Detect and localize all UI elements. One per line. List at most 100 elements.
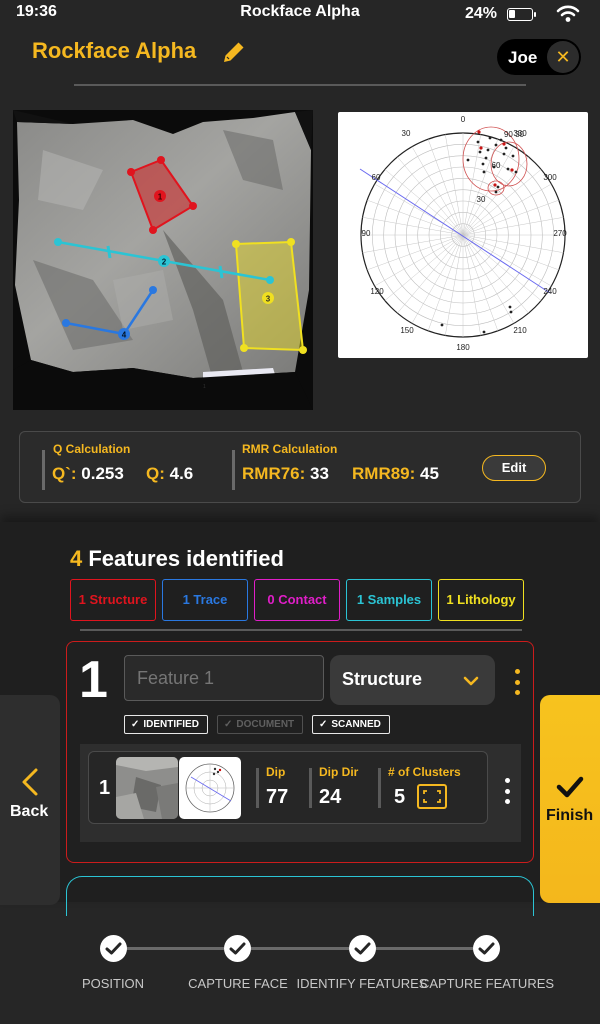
q-calc-label: Q Calculation — [53, 442, 131, 456]
feature-type-value: Structure — [342, 669, 423, 689]
stereonet-pole — [494, 190, 498, 194]
stereonet-label: 90 — [362, 229, 371, 238]
calculation-panel: Q Calculation Q`: 0.253 Q: 4.6 RMR Calcu… — [19, 431, 581, 503]
rmr89-value: RMR89: 45 — [352, 464, 439, 483]
pencil-icon[interactable] — [220, 38, 248, 66]
stereonet-pole — [502, 152, 506, 156]
chip-samples[interactable]: 1 Samples — [346, 579, 432, 621]
check-icon: ✓ — [319, 719, 328, 730]
features-heading: 4 Features identified — [70, 546, 284, 571]
stereonet-pole — [508, 305, 512, 309]
feature-type-select[interactable]: Structure — [330, 655, 495, 705]
clusters-value: 5 — [394, 786, 406, 808]
stereonet-pole-highlight — [477, 130, 481, 134]
dip-value: 77 — [266, 786, 289, 808]
svg-text:3: 3 — [266, 295, 271, 304]
check-icon — [556, 776, 584, 798]
dip-divider — [256, 768, 259, 808]
rmr-divider — [232, 450, 235, 490]
clusters-label: # of Clusters — [388, 765, 461, 779]
stereonet-label: 60 — [492, 161, 501, 170]
stereonet-pole — [482, 330, 486, 334]
q-divider — [42, 450, 45, 490]
stereonet-thumbnail[interactable] — [179, 757, 241, 819]
user-pill[interactable]: Joe ✕ — [497, 39, 581, 75]
step-connector — [126, 947, 224, 950]
rmr76-value: RMR76: 33 — [242, 464, 329, 483]
back-arrow-icon — [22, 768, 38, 796]
flag-identified[interactable]: ✓ IDENTIFIED — [124, 715, 208, 734]
stereonet-great-circle — [359, 168, 551, 294]
step-connector — [375, 947, 473, 950]
flag-scanned[interactable]: ✓ SCANNED — [312, 715, 390, 734]
stereonet-label: 270 — [553, 229, 567, 238]
stereonet-label: 240 — [543, 287, 557, 296]
wifi-icon — [556, 5, 580, 22]
dipdir-label: Dip Dir — [319, 765, 359, 779]
chip-trace[interactable]: 1 Trace — [162, 579, 248, 621]
stereonet-pole — [504, 146, 508, 150]
battery-icon — [507, 8, 536, 21]
stereonet-label: 60 — [372, 173, 381, 182]
row-kebab-icon[interactable] — [502, 778, 512, 804]
feature-kebab-icon[interactable] — [512, 669, 522, 695]
feature-number: 1 — [79, 651, 108, 709]
stereonet-drawing: 030609012015018021024027030033090 306030 — [359, 115, 567, 352]
step-label-position: POSITION — [81, 976, 145, 991]
stereonet-label: 150 — [400, 326, 414, 335]
stereonet-pole-highlight — [479, 146, 483, 150]
close-icon[interactable]: ✕ — [547, 41, 579, 73]
stereonet-pole — [496, 185, 500, 189]
stereonet-pole — [484, 156, 488, 160]
step-identify-features-dot[interactable] — [349, 935, 376, 962]
edit-button[interactable]: Edit — [482, 455, 546, 481]
back-button[interactable]: Back — [0, 695, 60, 905]
next-feature-card[interactable] — [66, 876, 534, 916]
q-value: Q: 4.6 — [146, 464, 194, 483]
header-divider — [74, 84, 526, 86]
stereonet-pole — [494, 143, 498, 147]
step-label-identify-features: IDENTIFY FEATURES — [296, 976, 428, 991]
stereonet-label: 0 — [461, 115, 466, 124]
svg-text:1: 1 — [203, 384, 206, 390]
stereonet-pole — [466, 158, 470, 162]
status-bar: 19:36 Rockface Alpha 24% — [0, 0, 600, 26]
check-icon: ✓ — [131, 719, 140, 730]
stereonet-label: 180 — [456, 343, 470, 352]
stereonet-plot[interactable]: 0 30 60 90 120 150 180 210 240 270 300 330 90 30 60 30 — [338, 112, 588, 358]
stereonet-label: 90 30 — [504, 130, 525, 139]
stereonet-label: 210 — [513, 326, 527, 335]
cluster-frame-icon[interactable] — [417, 784, 447, 809]
finish-button[interactable]: Finish — [540, 695, 600, 903]
step-capture-face-dot[interactable] — [224, 935, 251, 962]
dip-label: Dip — [266, 765, 286, 779]
row-index: 1 — [99, 777, 111, 799]
project-title: Rockface Alpha — [32, 38, 197, 63]
step-position-dot[interactable] — [100, 935, 127, 962]
back-label: Back — [10, 803, 49, 820]
svg-text:1: 1 — [158, 193, 163, 202]
chip-contact[interactable]: 0 Contact — [254, 579, 340, 621]
step-connector — [250, 947, 349, 950]
face-thumbnail[interactable] — [116, 757, 178, 819]
stereonet-pole-highlight — [510, 168, 514, 172]
battery-percent: 24% — [465, 5, 498, 22]
flag-document[interactable]: ✓ DOCUMENT — [217, 715, 304, 734]
stereonet-pole — [509, 310, 513, 314]
user-name: Joe — [508, 48, 538, 67]
dipdir-divider — [309, 768, 312, 808]
stereonet-pole — [482, 170, 486, 174]
rock-face-image[interactable]: 1 3 2 4 1 — [13, 110, 313, 410]
chips-divider — [80, 629, 522, 631]
step-capture-features-dot[interactable] — [473, 935, 500, 962]
feature-name-input[interactable] — [124, 655, 324, 701]
dipdir-value: 24 — [319, 786, 342, 808]
chip-structure[interactable]: 1 Structure — [70, 579, 156, 621]
stereonet-pole — [499, 138, 503, 142]
stereonet-pole — [488, 136, 492, 140]
stereonet-pole — [476, 140, 480, 144]
chip-lithology[interactable]: 1 Lithology — [438, 579, 524, 621]
stereonet-label: 30 — [477, 195, 486, 204]
stereonet-pole — [514, 170, 518, 174]
step-label-capture-features: CAPTURE FEATURES — [419, 976, 555, 991]
